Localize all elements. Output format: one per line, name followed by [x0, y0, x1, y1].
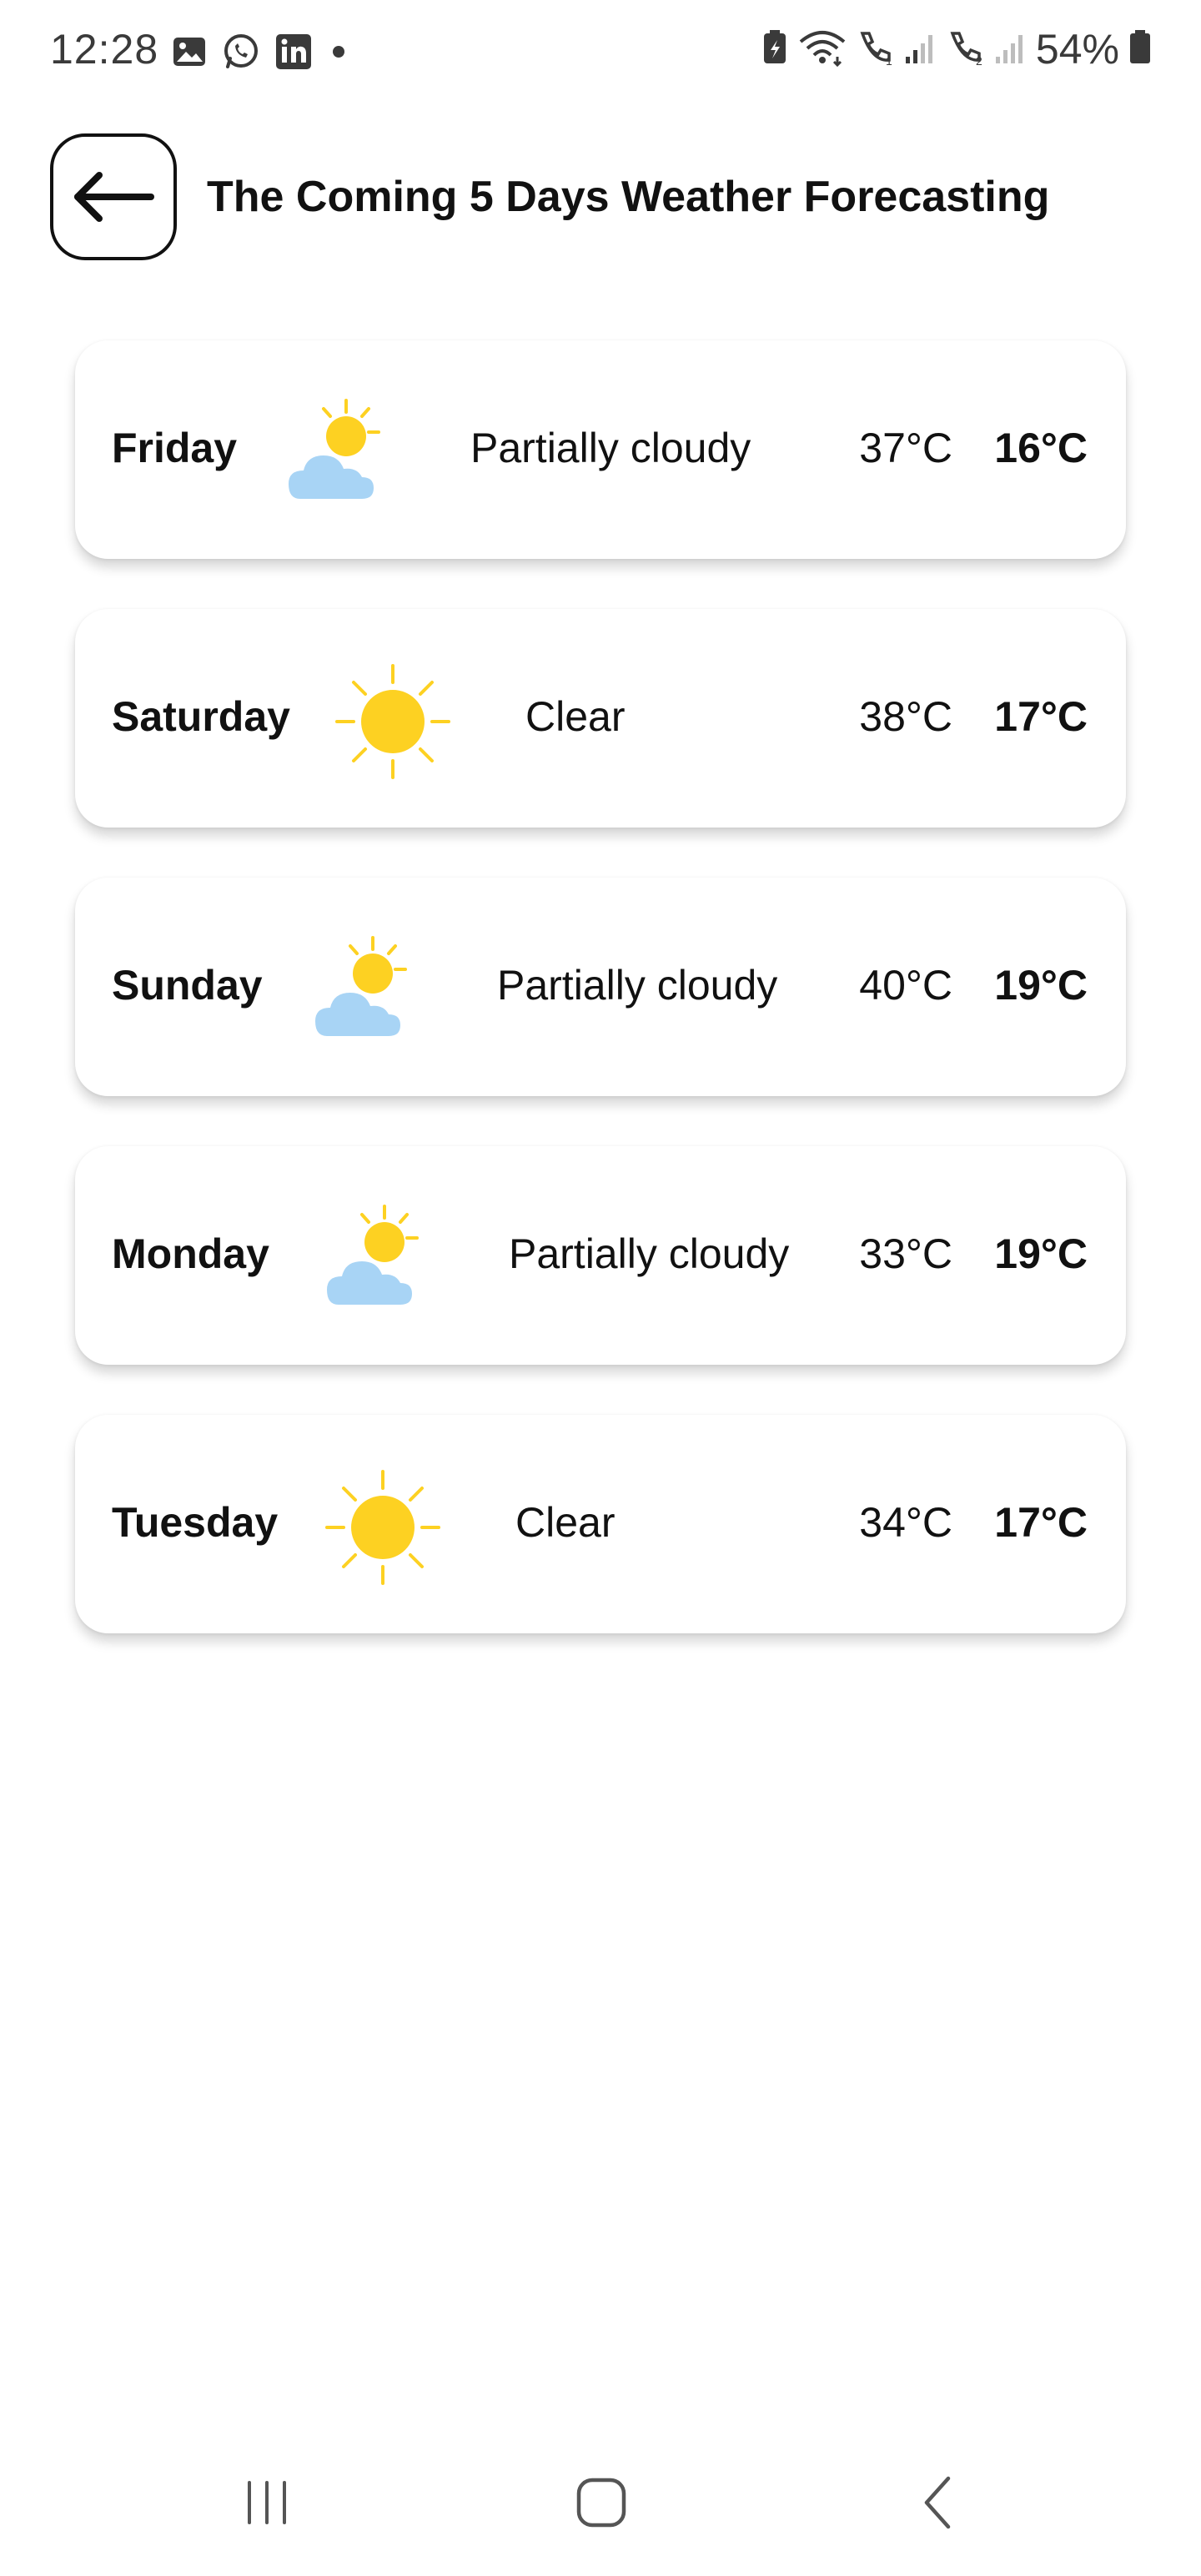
recent-apps-icon [248, 2481, 286, 2524]
day-label: Friday [112, 425, 238, 471]
forecast-card-sunday[interactable]: Sunday Partially cloudy 40°C 19°C [75, 878, 1126, 1096]
low-temp: 17°C [994, 693, 1088, 740]
app-bar: The Coming 5 Days Weather Forecasting [48, 132, 1158, 265]
high-temp: 33°C [859, 1230, 952, 1277]
battery-saver-icon [761, 28, 789, 71]
forecast-list: Friday Partially cloudy 37°C 16°C Saturd… [75, 340, 1126, 1683]
svg-text:2: 2 [976, 54, 982, 67]
condition-label: Partially cloudy [509, 1230, 790, 1277]
gallery-icon [171, 33, 208, 74]
recent-apps-button[interactable] [229, 2469, 304, 2536]
forecast-card-saturday[interactable]: Saturday Clear 38°C 17°C [75, 609, 1126, 828]
condition-label: Clear [525, 693, 626, 740]
high-temp: 40°C [859, 962, 952, 1009]
wifi-icon [797, 28, 847, 71]
condition-label: Partially cloudy [470, 425, 751, 471]
condition-label: Partially cloudy [497, 962, 778, 1009]
day-label: Saturday [112, 693, 290, 740]
low-temp: 16°C [994, 425, 1088, 471]
high-temp: 34°C [859, 1499, 952, 1546]
partly-cloudy-icon [289, 399, 380, 499]
notification-icons [171, 32, 351, 76]
page-title: The Coming 5 Days Weather Forecasting [207, 173, 1050, 221]
call-sim2-icon: 2 [946, 28, 986, 71]
low-temp: 19°C [994, 1230, 1088, 1277]
partly-cloudy-icon [327, 1205, 419, 1305]
low-temp: 17°C [994, 1499, 1088, 1546]
battery-percent: 54% [1035, 26, 1119, 73]
day-label: Monday [112, 1230, 269, 1277]
arrow-left-icon [74, 172, 154, 222]
signal-icon [994, 28, 1028, 71]
forecast-card-tuesday[interactable]: Tuesday Clear 34°C 17°C [75, 1415, 1126, 1633]
status-time: 12:28 [50, 26, 159, 73]
forecast-card-friday[interactable]: Friday Partially cloudy 37°C 16°C [75, 340, 1126, 559]
svg-text:1: 1 [886, 54, 892, 67]
home-icon [576, 2478, 626, 2528]
nav-back-button[interactable] [901, 2469, 976, 2536]
system-status-icons: 1 2 54% [761, 25, 1153, 73]
whatsapp-icon [221, 32, 261, 76]
sun-icon [335, 664, 450, 779]
back-button[interactable] [50, 133, 177, 260]
high-temp: 37°C [859, 425, 952, 471]
home-button[interactable] [564, 2469, 639, 2536]
forecast-card-monday[interactable]: Monday Partially cloudy 33°C 19°C [75, 1146, 1126, 1365]
condition-label: Clear [515, 1499, 616, 1546]
dot-icon [326, 39, 351, 68]
high-temp: 38°C [859, 693, 952, 740]
system-nav-bar [0, 2453, 1201, 2553]
day-label: Sunday [112, 962, 263, 1009]
low-temp: 19°C [994, 962, 1088, 1009]
sun-icon [325, 1470, 440, 1585]
call-sim1-icon: 1 [856, 28, 896, 71]
signal-icon [904, 28, 937, 71]
battery-icon [1128, 28, 1153, 71]
back-icon [924, 2476, 951, 2529]
status-bar: 12:28 1 2 54% [0, 0, 1201, 103]
partly-cloudy-icon [315, 936, 407, 1036]
linkedin-icon [274, 33, 313, 75]
day-label: Tuesday [112, 1499, 279, 1546]
